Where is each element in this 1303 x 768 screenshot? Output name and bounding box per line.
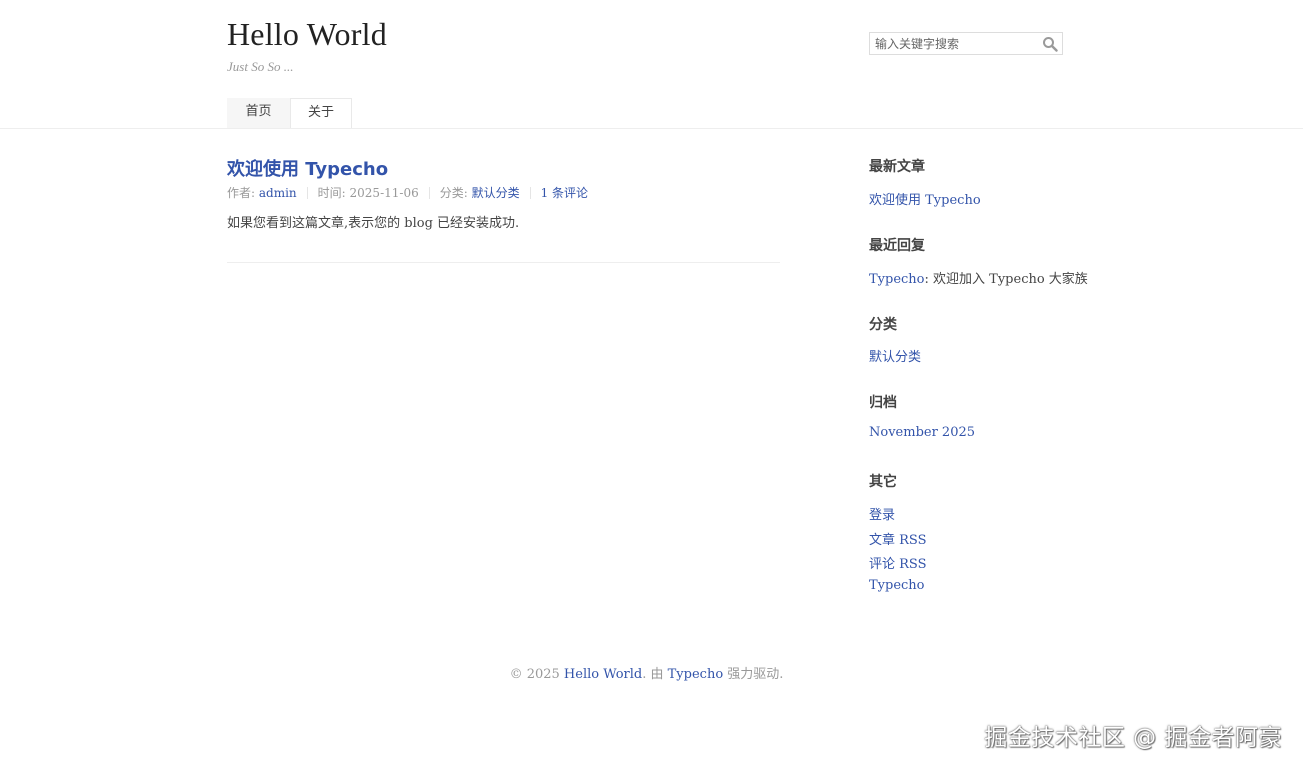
time-label: 时间: xyxy=(317,186,346,200)
typecho-link[interactable]: Typecho xyxy=(869,578,925,593)
widget-title-categories: 分类 xyxy=(869,317,897,333)
widget-title-recent-posts: 最新文章 xyxy=(869,159,925,175)
comments-link[interactable]: 1 条评论 xyxy=(541,184,588,201)
footer-typecho-link[interactable]: Typecho xyxy=(668,667,724,682)
search-icon[interactable] xyxy=(1042,36,1058,52)
category-link[interactable]: 默认分类 xyxy=(472,184,520,201)
site-title[interactable]: Hello World xyxy=(227,16,387,53)
meta-separator xyxy=(428,186,430,199)
widget-title-archives: 归档 xyxy=(869,395,897,411)
widget-title-recent-comments: 最近回复 xyxy=(869,238,925,254)
category-label: 分类: xyxy=(439,186,468,200)
post-content: 如果您看到这篇文章,表示您的 blog 已经安装成功. xyxy=(227,216,520,231)
post-meta: 作者: admin 时间: 2025-11-06 分类: 默认分类 1 条评论 xyxy=(227,184,588,201)
footer-middle-text: . 由 xyxy=(642,667,664,682)
comment-author-link[interactable]: Typecho xyxy=(869,272,925,287)
login-link[interactable]: 登录 xyxy=(869,504,895,523)
nav-item-about[interactable]: 关于 xyxy=(290,98,352,128)
recent-comment-item: Typecho: 欢迎加入 Typecho 大家族 xyxy=(869,268,1088,287)
nav-item-home[interactable]: 首页 xyxy=(227,98,290,128)
archive-item-link[interactable]: November 2025 xyxy=(869,425,975,440)
category-item-link[interactable]: 默认分类 xyxy=(869,346,921,365)
post-title-link[interactable]: 欢迎使用 Typecho xyxy=(227,155,388,181)
footer: © 2025 Hello World. 由 Typecho 强力驱动. xyxy=(0,663,1293,682)
search-form xyxy=(869,32,1063,55)
recent-post-link[interactable]: 欢迎使用 Typecho xyxy=(869,189,981,208)
meta-separator xyxy=(529,186,531,199)
post-divider xyxy=(227,262,780,263)
post-date: 2025-11-06 xyxy=(349,185,419,200)
header-divider xyxy=(0,128,1303,129)
posts-rss-link[interactable]: 文章 RSS xyxy=(869,529,927,548)
widget-title-misc: 其它 xyxy=(869,474,897,490)
watermark: 掘金技术社区 @ 掘金者阿豪 xyxy=(984,725,1282,751)
footer-copyright: © 2025 xyxy=(509,667,560,682)
comments-rss-link[interactable]: 评论 RSS xyxy=(869,553,927,572)
comment-text: : 欢迎加入 Typecho 大家族 xyxy=(924,272,1088,287)
site-description: Just So So ... xyxy=(227,59,294,74)
author-link[interactable]: admin xyxy=(259,186,297,200)
footer-suffix-text: 强力驱动. xyxy=(727,667,784,682)
search-input[interactable] xyxy=(870,33,1041,54)
meta-separator xyxy=(306,186,308,199)
author-label: 作者: xyxy=(227,186,256,200)
footer-site-link[interactable]: Hello World xyxy=(564,667,642,682)
